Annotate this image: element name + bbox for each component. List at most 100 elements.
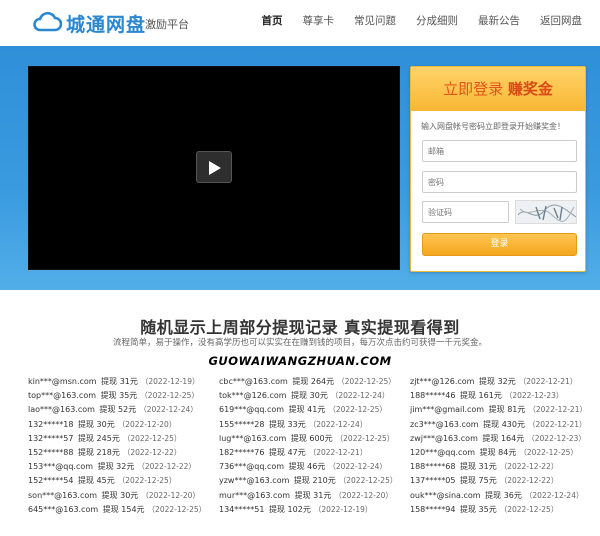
record-date: （2022-12-22） [499,476,559,486]
record-action: 提现 [290,433,307,443]
record-amount: 35元 [119,391,138,401]
record-row: 152*****54 提现 45元 （2022-12-25） [28,474,218,488]
record-amount: 36元 [503,490,522,500]
record-row: zjt***@126.com 提现 32元 （2022-12-21） [410,375,600,389]
record-user: jim***@gmail.com [410,405,485,415]
record-user: 619***@qq.com [219,405,285,415]
record-action: 提现 [269,447,285,457]
video-player[interactable] [28,66,400,270]
nav-home[interactable]: 首页 [262,13,283,28]
hero-banner: 立即登录 赚奖金 输入网盘帐号密码立即登录开始赚奖金！ 登录 [0,46,600,290]
record-amount: 45元 [96,476,115,486]
captcha-image[interactable] [515,200,577,224]
record-date: （2022-12-25） [338,476,398,486]
records-column-2: cbc***@163.com 提现 264元 （2022-12-25） tok***… [219,375,409,517]
record-date: （2022-12-21） [308,447,368,457]
record-amount: 47元 [287,447,306,457]
email-field[interactable] [422,140,577,162]
nav-announcements[interactable]: 最新公告 [478,13,520,28]
record-action: 提现 [294,490,311,500]
record-date: （2022-12-24） [139,405,198,415]
record-amount: 210元 [312,476,336,486]
record-action: 提现 [460,476,476,486]
record-user: kin***@msn.com [28,377,97,386]
password-field[interactable] [422,171,577,193]
login-button[interactable]: 登录 [422,233,577,256]
record-action: 提现 [479,377,496,386]
record-date: （2022-12-19） [313,504,373,514]
captcha-noise-icon [517,204,576,222]
record-date: （2022-12-25） [499,504,559,514]
record-amount: 102元 [287,504,311,514]
nav-revenue-rules[interactable]: 分成细则 [416,13,458,28]
watermark-text: GUOWAIWANGZHUAN.COM [208,354,392,368]
record-date: （2022-12-21） [527,419,587,429]
record-amount: 600元 [309,433,333,443]
record-action: 提现 [78,419,94,429]
nav-faq[interactable]: 常见问题 [354,13,396,28]
login-title-part1: 立即登录 [443,80,504,98]
record-row: top***@163.com 提现 35元 （2022-12-25） [28,389,218,403]
record-date: （2022-12-20） [141,490,200,500]
record-date: （2022-12-24） [524,490,584,500]
record-action: 提现 [97,462,114,472]
nav-premium-card[interactable]: 尊享卡 [303,13,335,28]
record-user: 152*****88 [28,447,74,457]
record-action: 提现 [78,447,94,457]
login-tip: 输入网盘帐号密码立即登录开始赚奖金！ [421,122,565,131]
record-date: （2022-12-21） [518,377,578,386]
record-amount: 31元 [313,490,332,500]
record-amount: 32元 [116,462,135,472]
record-date: （2022-12-25） [122,433,182,443]
record-user: 134*****51 [219,504,265,514]
record-row: cbc***@163.com 提现 264元 （2022-12-25） [219,375,409,389]
record-date: （2022-12-25） [140,391,199,401]
record-amount: 46元 [307,462,326,472]
record-action: 提现 [288,462,305,472]
record-amount: 33元 [287,419,306,429]
record-row: 619***@qq.com 提现 41元 （2022-12-25） [219,403,409,417]
record-amount: 81元 [507,405,526,415]
record-user: 137*****05 [410,476,456,486]
record-amount: 30元 [309,391,328,401]
record-amount: 52元 [118,405,137,415]
record-row: lug***@163.com 提现 600元 （2022-12-25） [219,432,409,446]
record-row: yzw***@163.com 提现 210元 （2022-12-25） [219,474,409,488]
record-user: 188*****46 [410,391,456,401]
record-row: tok***@126.com 提现 30元 （2022-12-24） [219,389,409,403]
record-amount: 41元 [307,405,326,415]
record-action: 提现 [269,419,285,429]
record-date: （2022-12-24） [328,462,387,472]
record-date: （2022-12-19） [140,377,200,386]
nav-back-to-drive[interactable]: 返回网盘 [540,13,582,28]
record-user: mur***@163.com [219,490,291,500]
record-amount: 164元 [500,433,525,443]
record-row: kin***@msn.com 提现 31元 （2022-12-19） [28,375,218,389]
record-date: （2022-12-25） [328,405,387,415]
record-user: 132*****57 [28,433,74,443]
record-amount: 430元 [501,419,525,429]
record-date: （2022-12-25） [519,447,578,457]
captcha-field[interactable] [422,201,509,223]
record-amount: 30元 [96,419,115,429]
play-button[interactable] [196,151,232,183]
record-action: 提现 [269,504,285,514]
record-row: jim***@gmail.com 提现 81元 （2022-12-21） [410,403,600,417]
record-action: 提现 [100,391,117,401]
cloud-logo-icon[interactable] [32,9,62,33]
logo-text[interactable]: 城通网盘 [66,10,146,37]
record-action: 提现 [288,405,305,415]
records-title: 随机显示上周部分提现记录 真实提现看得到 [140,318,460,337]
record-amount: 35元 [478,504,497,514]
record-amount: 154元 [121,504,145,514]
record-date: （2022-12-20） [334,490,393,500]
record-action: 提现 [460,391,476,401]
record-action: 提现 [479,447,496,457]
record-amount: 30元 [120,490,139,500]
record-action: 提现 [292,377,309,386]
record-action: 提现 [78,476,94,486]
record-row: 137*****05 提现 75元 （2022-12-22） [410,474,600,488]
record-row: 645***@163.com 提现 154元 （2022-12-25） [28,503,218,517]
record-row: 182*****76 提现 47元 （2022-12-21） [219,446,409,460]
record-user: 132*****18 [28,419,74,429]
